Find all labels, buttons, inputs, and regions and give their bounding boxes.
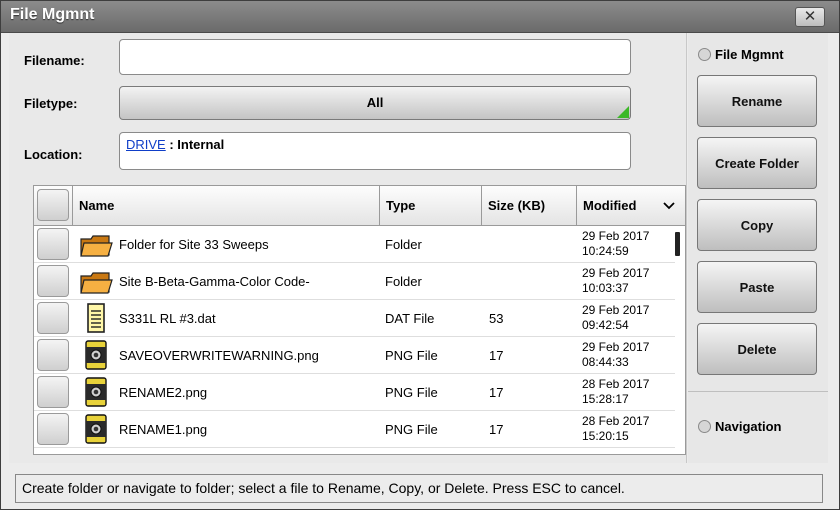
modified-date: 29 Feb 2017	[582, 340, 650, 354]
file-modified: 29 Feb 2017 10:24:59	[582, 229, 649, 259]
chevron-right-icon	[698, 420, 711, 433]
title-bar: File Mgmnt ✕	[1, 1, 839, 33]
document-icon	[79, 303, 113, 333]
file-name: RENAME2.png	[119, 385, 208, 400]
row-checkbox[interactable]	[37, 302, 69, 334]
file-modified: 29 Feb 2017 10:03:37	[582, 266, 649, 296]
table-row[interactable]: SAVEOVERWRITEWARNING.png PNG File 17 29 Feb…	[34, 337, 675, 374]
row-checkbox[interactable]	[37, 376, 69, 408]
row-checkbox[interactable]	[37, 228, 69, 260]
modified-time: 08:44:33	[582, 355, 629, 369]
file-type: DAT File	[385, 311, 435, 326]
status-bar: Create folder or navigate to folder; sel…	[15, 474, 823, 503]
file-management-window: File Mgmnt ✕ Filename: Filetype: All Loc…	[0, 0, 840, 510]
row-checkbox[interactable]	[37, 265, 69, 297]
collapse-icon	[698, 48, 711, 61]
row-checkbox[interactable]	[37, 339, 69, 371]
modified-date: 29 Feb 2017	[582, 229, 650, 243]
paste-button[interactable]: Paste	[697, 261, 817, 313]
file-name: SAVEOVERWRITEWARNING.png	[119, 348, 319, 363]
file-type: Folder	[385, 274, 422, 289]
location-separator: :	[165, 137, 178, 152]
drive-link[interactable]: DRIVE	[126, 137, 166, 152]
modified-time: 15:20:15	[582, 429, 629, 443]
folder-icon	[79, 229, 113, 259]
table-row[interactable]: RENAME1.png PNG File 17 28 Feb 2017 15:20:15	[34, 411, 675, 448]
file-table: Name Type Size (KB) Modified Folder for …	[33, 185, 686, 455]
dropdown-corner-icon	[617, 106, 629, 118]
folder-icon	[79, 266, 113, 296]
filename-label: Filename:	[24, 53, 85, 68]
filetype-select[interactable]: All	[119, 86, 631, 120]
modified-date: 29 Feb 2017	[582, 266, 650, 280]
file-size: 17	[489, 422, 504, 437]
file-size: 53	[489, 311, 504, 326]
file-modified: 28 Feb 2017 15:28:17	[582, 377, 649, 407]
file-type: Folder	[385, 237, 422, 252]
side-panel-title: File Mgmnt	[715, 47, 784, 62]
location-field: DRIVE : Internal	[119, 132, 631, 170]
file-name: Site B-Beta-Gamma-Color Code-	[119, 274, 310, 289]
file-type: PNG File	[385, 385, 438, 400]
window-title: File Mgmnt	[10, 6, 95, 23]
modified-time: 10:03:37	[582, 281, 629, 295]
divider	[688, 391, 828, 392]
table-header: Name Type Size (KB) Modified	[34, 186, 685, 226]
image-file-icon	[79, 414, 113, 444]
column-size[interactable]: Size (KB)	[481, 186, 576, 226]
close-icon: ✕	[803, 8, 817, 25]
close-button[interactable]: ✕	[795, 7, 825, 27]
table-row[interactable]: RENAME2.png PNG File 17 28 Feb 2017 15:28:17	[34, 374, 675, 411]
file-name: S331L RL #3.dat	[119, 311, 216, 326]
image-file-icon	[79, 377, 113, 407]
file-name: Folder for Site 33 Sweeps	[119, 237, 269, 252]
rename-button[interactable]: Rename	[697, 75, 817, 127]
navigation-button[interactable]: Navigation	[698, 419, 781, 434]
modified-time: 09:42:54	[582, 318, 629, 332]
main-panel: Filename: Filetype: All Location: DRIVE …	[9, 33, 687, 463]
modified-date: 28 Feb 2017	[582, 414, 650, 428]
modified-time: 10:24:59	[582, 244, 629, 258]
file-modified: 28 Feb 2017 15:20:15	[582, 414, 649, 444]
file-name: RENAME1.png	[119, 422, 208, 437]
location-label: Location:	[24, 147, 83, 162]
file-type: PNG File	[385, 348, 438, 363]
delete-button[interactable]: Delete	[697, 323, 817, 375]
modified-date: 29 Feb 2017	[582, 303, 650, 317]
filetype-label: Filetype:	[24, 96, 78, 111]
filename-field[interactable]	[119, 39, 631, 75]
table-row[interactable]: Site B-Beta-Gamma-Color Code- Folder 29 Fe…	[34, 263, 675, 300]
column-type[interactable]: Type	[379, 186, 481, 226]
file-type: PNG File	[385, 422, 438, 437]
modified-time: 15:28:17	[582, 392, 629, 406]
side-panel-header: File Mgmnt	[698, 47, 784, 62]
side-panel: File Mgmnt Rename Create Folder Copy Pas…	[688, 33, 828, 463]
file-size: 17	[489, 385, 504, 400]
modified-date: 28 Feb 2017	[582, 377, 650, 391]
scrollbar-thumb[interactable]	[675, 232, 680, 256]
table-row[interactable]: Folder for Site 33 Sweeps Folder 29 Feb 20…	[34, 226, 675, 263]
file-size: 17	[489, 348, 504, 363]
filetype-value: All	[366, 95, 384, 110]
file-modified: 29 Feb 2017 09:42:54	[582, 303, 649, 333]
navigation-label: Navigation	[715, 419, 782, 434]
column-name[interactable]: Name	[72, 186, 379, 226]
copy-button[interactable]: Copy	[697, 199, 817, 251]
row-checkbox[interactable]	[37, 413, 69, 445]
select-all-checkbox[interactable]	[37, 189, 69, 221]
column-modified[interactable]: Modified	[576, 186, 685, 226]
chevron-down-icon	[663, 202, 675, 210]
location-value: Internal	[177, 137, 225, 152]
create-folder-button[interactable]: Create Folder	[697, 137, 817, 189]
table-row[interactable]: S331L RL #3.dat DAT File 53 29 Feb 2017 09:4…	[34, 300, 675, 337]
image-file-icon	[79, 340, 113, 370]
file-modified: 29 Feb 2017 08:44:33	[582, 340, 649, 370]
